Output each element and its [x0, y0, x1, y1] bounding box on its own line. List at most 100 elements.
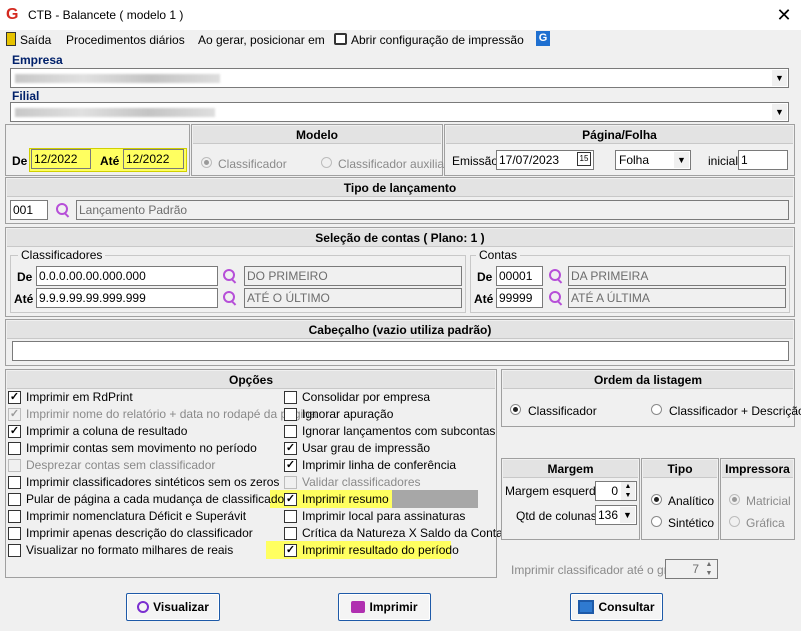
class-ate-input[interactable]: 9.9.9.99.99.999.999 — [36, 288, 218, 308]
opcoes-title: Opções — [7, 371, 495, 389]
option-checkbox[interactable]: ✓ — [8, 408, 21, 421]
grau-input[interactable]: 7 ▲ ▼ — [665, 559, 718, 579]
period-de-input[interactable]: 12/2022 — [31, 149, 91, 169]
option-label: Imprimir nome do relatório + data no rod… — [26, 407, 317, 421]
chevron-down-icon: ▼ — [772, 70, 787, 86]
option-checkbox[interactable]: ✓ — [284, 459, 297, 472]
tipo-title: Tipo — [643, 460, 717, 478]
option-checkbox[interactable] — [284, 476, 297, 489]
selecao-title: Seleção de contas ( Plano: 1 ) — [7, 229, 793, 247]
option-checkbox[interactable]: ✓ — [8, 425, 21, 438]
empresa-value-redacted — [15, 74, 220, 83]
option-checkbox[interactable] — [8, 510, 21, 523]
cabecalho-title: Cabeçalho (vazio utiliza padrão) — [7, 321, 793, 339]
option-label: Imprimir resumo — [302, 492, 389, 506]
search-icon[interactable] — [56, 203, 70, 217]
option-checkbox[interactable] — [284, 425, 297, 438]
impressora-grafica-radio[interactable] — [729, 516, 740, 527]
tipo-sintetico-label: Sintético — [668, 516, 715, 530]
contas-ate-input[interactable]: 99999 — [496, 288, 543, 308]
search-icon[interactable] — [549, 291, 563, 305]
stepper-icon[interactable]: ▲ ▼ — [621, 482, 635, 500]
empresa-select[interactable]: ▼ — [10, 68, 789, 88]
option-label: Imprimir apenas descrição do classificad… — [26, 526, 253, 540]
filial-select[interactable]: ▼ — [10, 102, 789, 122]
option-checkbox[interactable]: ✓ — [8, 391, 21, 404]
search-icon — [137, 601, 150, 613]
search-icon[interactable] — [223, 291, 237, 305]
chevron-down-icon: ▼ — [620, 507, 635, 523]
option-label: Imprimir linha de conferência — [302, 458, 457, 472]
menu-config-impressao[interactable]: Abrir configuração de impressão — [351, 33, 524, 47]
stepper-icon[interactable]: ▲ ▼ — [702, 560, 716, 578]
ordem-classificador-label: Classificador — [528, 404, 597, 418]
option-checkbox[interactable] — [8, 544, 21, 557]
search-icon[interactable] — [549, 269, 563, 283]
modelo-auxiliar-label: Classificador auxiliar — [338, 157, 449, 171]
option-checkbox[interactable] — [284, 527, 297, 540]
inicial-label: inicial — [708, 154, 739, 168]
imprimir-button[interactable]: Imprimir — [338, 593, 431, 621]
period-ate-input[interactable]: 12/2022 — [123, 149, 184, 169]
contas-de-input[interactable]: 00001 — [496, 266, 543, 286]
menu-posicionar[interactable]: Ao gerar, posicionar em — [198, 33, 325, 47]
modelo-title: Modelo — [193, 126, 441, 144]
close-button[interactable]: ✕ — [770, 3, 798, 27]
class-de-input[interactable]: 0.0.0.00.00.000.000 — [36, 266, 218, 286]
printer-icon — [334, 33, 347, 45]
classificadores-legend: Classificadores — [18, 248, 106, 262]
option-checkbox[interactable]: ✓ — [284, 493, 297, 506]
option-label: Imprimir em RdPrint — [26, 390, 133, 404]
option-label: Ignorar apuração — [302, 407, 394, 421]
contas-de-desc: DA PRIMEIRA — [568, 266, 786, 286]
modelo-classificador-radio[interactable] — [201, 157, 212, 168]
option-label: Pular de página a cada mudança de classi… — [26, 492, 289, 506]
option-checkbox[interactable] — [8, 493, 21, 506]
option-label: Imprimir classificadores sintéticos sem … — [26, 475, 280, 489]
option-checkbox[interactable] — [284, 408, 297, 421]
search-icon[interactable] — [223, 269, 237, 283]
option-checkbox[interactable] — [8, 527, 21, 540]
folha-value: Folha — [619, 153, 650, 167]
brand-icon[interactable]: G — [536, 31, 550, 46]
tipo-sintetico-radio[interactable] — [651, 516, 662, 527]
inicial-input[interactable]: 1 — [738, 150, 788, 170]
menu-procedimentos[interactable]: Procedimentos diários — [66, 33, 185, 47]
margem-esquerda-input[interactable]: 0 ▲ ▼ — [595, 481, 637, 501]
consultar-button[interactable]: Consultar — [570, 593, 663, 621]
class-ate-desc: ATÉ O ÚLTIMO — [244, 288, 462, 308]
option-checkbox[interactable] — [8, 442, 21, 455]
tipo-analitico-radio[interactable] — [651, 494, 662, 505]
option-checkbox[interactable] — [284, 391, 297, 404]
menu-saida[interactable]: Saída — [20, 33, 51, 47]
modelo-auxiliar-radio[interactable] — [321, 157, 332, 168]
ordem-title: Ordem da listagem — [503, 371, 793, 389]
option-label: Imprimir local para assinaturas — [302, 509, 466, 523]
option-checkbox[interactable]: ✓ — [284, 442, 297, 455]
option-checkbox[interactable] — [8, 476, 21, 489]
consultar-label: Consultar — [598, 600, 655, 614]
ordem-classificador-radio[interactable] — [510, 404, 521, 415]
option-label: Consolidar por empresa — [302, 390, 431, 404]
colunas-select[interactable]: 136 ▼ — [595, 505, 637, 525]
calendar-icon[interactable]: 15 — [577, 152, 591, 166]
folha-select[interactable]: Folha ▼ — [615, 150, 691, 170]
option-label: Crítica da Natureza X Saldo da Conta — [302, 526, 503, 540]
option-checkbox[interactable] — [284, 510, 297, 523]
ordem-panel: Ordem da listagem — [501, 369, 795, 427]
chevron-down-icon: ▼ — [772, 104, 787, 120]
cabecalho-input[interactable] — [12, 341, 789, 361]
chevron-down-icon: ▼ — [674, 152, 689, 168]
tipo-lancamento-code-input[interactable]: 001 — [10, 200, 48, 220]
option-checkbox[interactable]: ✓ — [284, 544, 297, 557]
option-label: Imprimir nomenclatura Déficit e Superávi… — [26, 509, 247, 523]
ordem-descricao-radio[interactable] — [651, 404, 662, 415]
visualizar-button[interactable]: Visualizar — [126, 593, 220, 621]
margem-esquerda-label: Margem esquerda — [505, 484, 603, 498]
option-label: Desprezar contas sem classificador — [26, 458, 216, 472]
emissao-label: Emissão — [452, 154, 499, 168]
impressora-matricial-label: Matricial — [746, 494, 791, 508]
impressora-matricial-radio[interactable] — [729, 494, 740, 505]
grid-icon — [578, 600, 595, 614]
option-checkbox[interactable] — [8, 459, 21, 472]
